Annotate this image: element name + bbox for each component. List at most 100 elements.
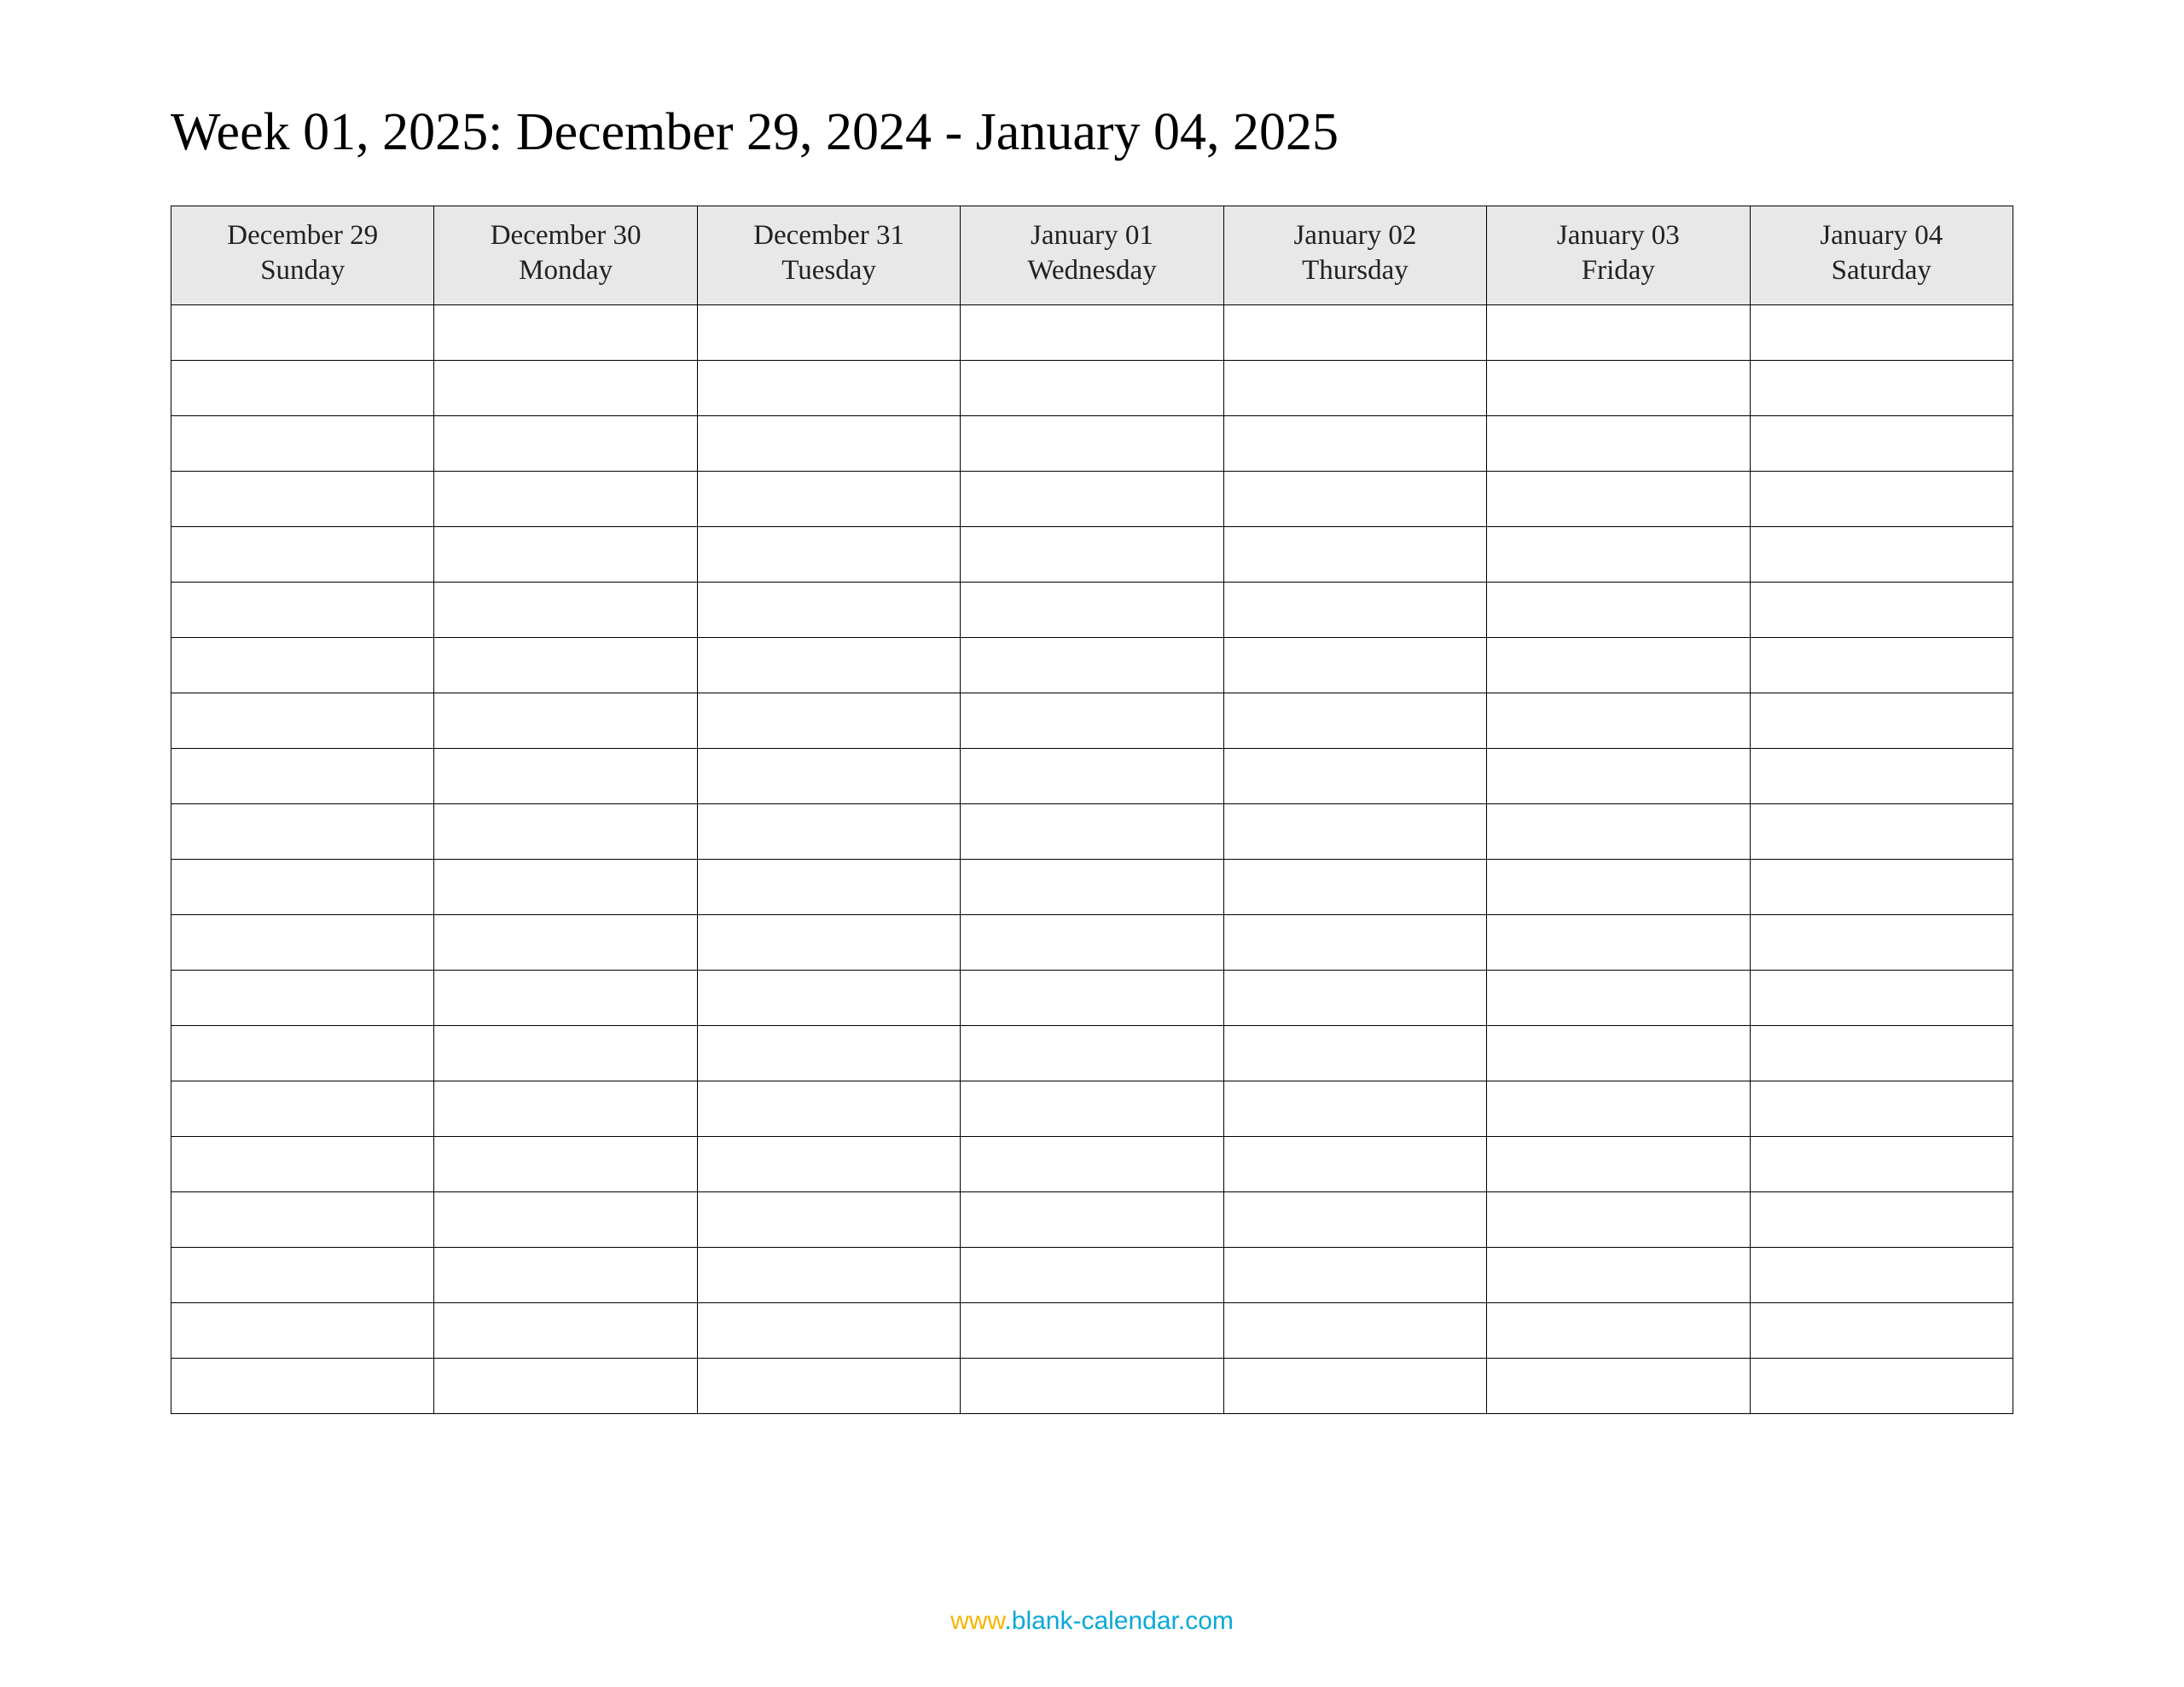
calendar-cell[interactable] [434,1025,697,1081]
calendar-cell[interactable] [171,803,434,859]
calendar-cell[interactable] [1487,582,1750,637]
calendar-cell[interactable] [434,360,697,415]
calendar-cell[interactable] [1487,859,1750,914]
calendar-cell[interactable] [697,1247,960,1302]
calendar-cell[interactable] [697,637,960,693]
calendar-cell[interactable] [961,304,1223,360]
calendar-cell[interactable] [1487,1025,1750,1081]
calendar-cell[interactable] [1487,360,1750,415]
calendar-cell[interactable] [697,1081,960,1136]
calendar-cell[interactable] [171,471,434,526]
calendar-cell[interactable] [171,526,434,582]
calendar-cell[interactable] [961,914,1223,970]
calendar-cell[interactable] [961,1247,1223,1302]
calendar-cell[interactable] [1750,1191,2013,1247]
calendar-cell[interactable] [961,360,1223,415]
calendar-cell[interactable] [697,803,960,859]
calendar-cell[interactable] [961,637,1223,693]
calendar-cell[interactable] [1750,1247,2013,1302]
calendar-cell[interactable] [434,1358,697,1413]
calendar-cell[interactable] [171,304,434,360]
calendar-cell[interactable] [434,1081,697,1136]
calendar-cell[interactable] [1487,1302,1750,1358]
calendar-cell[interactable] [434,1136,697,1191]
calendar-cell[interactable] [961,1302,1223,1358]
calendar-cell[interactable] [1750,914,2013,970]
calendar-cell[interactable] [961,526,1223,582]
calendar-cell[interactable] [434,637,697,693]
calendar-cell[interactable] [697,415,960,471]
calendar-cell[interactable] [1223,1247,1486,1302]
calendar-cell[interactable] [1487,1136,1750,1191]
calendar-cell[interactable] [697,859,960,914]
calendar-cell[interactable] [1223,1302,1486,1358]
calendar-cell[interactable] [171,1247,434,1302]
calendar-cell[interactable] [1223,415,1486,471]
calendar-cell[interactable] [1750,1136,2013,1191]
calendar-cell[interactable] [171,582,434,637]
calendar-cell[interactable] [434,1247,697,1302]
calendar-cell[interactable] [1750,637,2013,693]
calendar-cell[interactable] [1223,1136,1486,1191]
calendar-cell[interactable] [961,415,1223,471]
calendar-cell[interactable] [697,582,960,637]
calendar-cell[interactable] [171,1081,434,1136]
calendar-cell[interactable] [171,693,434,748]
calendar-cell[interactable] [1750,803,2013,859]
calendar-cell[interactable] [434,748,697,803]
calendar-cell[interactable] [1223,914,1486,970]
calendar-cell[interactable] [434,1191,697,1247]
calendar-cell[interactable] [697,1191,960,1247]
calendar-cell[interactable] [961,582,1223,637]
calendar-cell[interactable] [961,859,1223,914]
calendar-cell[interactable] [1487,471,1750,526]
calendar-cell[interactable] [1223,693,1486,748]
calendar-cell[interactable] [961,803,1223,859]
footer-link[interactable]: www.blank-calendar.com [0,1607,2184,1636]
calendar-cell[interactable] [697,471,960,526]
calendar-cell[interactable] [1223,803,1486,859]
calendar-cell[interactable] [961,471,1223,526]
calendar-cell[interactable] [171,1025,434,1081]
calendar-cell[interactable] [1487,914,1750,970]
calendar-cell[interactable] [1750,471,2013,526]
calendar-cell[interactable] [434,582,697,637]
calendar-cell[interactable] [171,748,434,803]
calendar-cell[interactable] [1487,970,1750,1025]
calendar-cell[interactable] [1487,1358,1750,1413]
calendar-cell[interactable] [434,304,697,360]
calendar-cell[interactable] [961,1025,1223,1081]
calendar-cell[interactable] [961,1358,1223,1413]
calendar-cell[interactable] [1223,1358,1486,1413]
calendar-cell[interactable] [1750,970,2013,1025]
calendar-cell[interactable] [1223,1081,1486,1136]
calendar-cell[interactable] [1750,1081,2013,1136]
calendar-cell[interactable] [1487,304,1750,360]
calendar-cell[interactable] [1750,1025,2013,1081]
calendar-cell[interactable] [1750,1302,2013,1358]
calendar-cell[interactable] [1750,304,2013,360]
calendar-cell[interactable] [697,1136,960,1191]
calendar-cell[interactable] [961,693,1223,748]
calendar-cell[interactable] [1487,415,1750,471]
calendar-cell[interactable] [1223,637,1486,693]
calendar-cell[interactable] [1750,526,2013,582]
calendar-cell[interactable] [1223,304,1486,360]
calendar-cell[interactable] [1223,360,1486,415]
calendar-cell[interactable] [1223,859,1486,914]
calendar-cell[interactable] [434,859,697,914]
calendar-cell[interactable] [171,914,434,970]
calendar-cell[interactable] [697,526,960,582]
calendar-cell[interactable] [434,526,697,582]
calendar-cell[interactable] [961,1081,1223,1136]
calendar-cell[interactable] [1223,526,1486,582]
calendar-cell[interactable] [434,471,697,526]
calendar-cell[interactable] [697,914,960,970]
calendar-cell[interactable] [697,748,960,803]
calendar-cell[interactable] [1223,582,1486,637]
calendar-cell[interactable] [171,415,434,471]
calendar-cell[interactable] [434,970,697,1025]
calendar-cell[interactable] [1750,415,2013,471]
calendar-cell[interactable] [697,1025,960,1081]
calendar-cell[interactable] [1223,471,1486,526]
